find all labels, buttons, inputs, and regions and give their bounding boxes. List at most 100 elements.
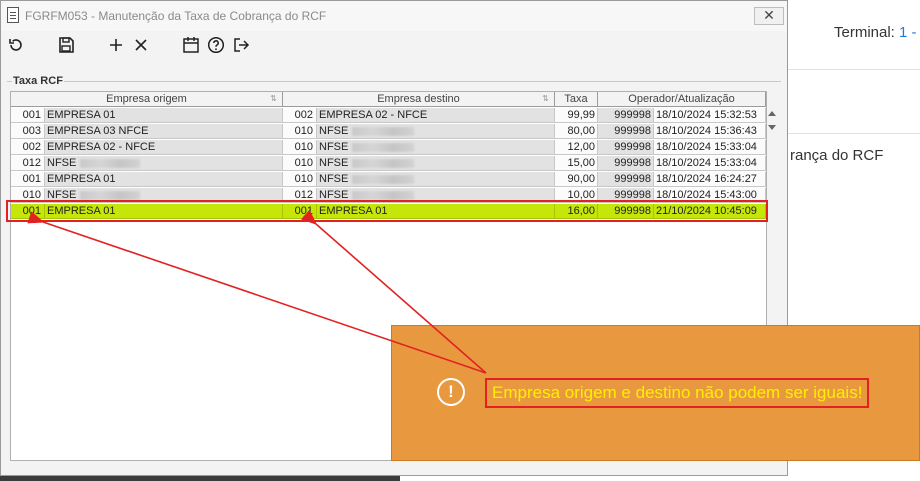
terminal-indicator: Terminal: 1 - <box>834 24 917 41</box>
column-header-taxa[interactable]: Taxa <box>555 92 598 107</box>
window-title: FGRFM053 - Manutenção da Taxa de Cobranç… <box>25 9 327 23</box>
cell-orig-name[interactable]: EMPRESA 03 NFCE <box>45 124 283 139</box>
cell-orig-name[interactable]: NFSE <box>45 156 283 171</box>
column-header-origem[interactable]: Empresa origem ⇅ <box>11 92 283 107</box>
scroll-up-icon[interactable] <box>768 111 776 116</box>
table-row[interactable]: 002 EMPRESA 02 - NFCE 010 NFSE 12,00 999998 18… <box>11 140 766 156</box>
calendar-button[interactable] <box>180 33 202 57</box>
group-divider <box>7 81 781 82</box>
calendar-icon <box>183 37 199 53</box>
cell-orig-code[interactable]: 002 <box>11 140 45 155</box>
cell-dest-name[interactable]: NFSE <box>317 156 555 171</box>
cell-data[interactable]: 18/10/2024 15:32:53 <box>654 108 766 123</box>
cell-text: NFSE <box>319 141 349 153</box>
cell-text: 001 <box>22 173 41 185</box>
redacted-text <box>352 174 415 184</box>
cell-taxa[interactable]: 99,99 <box>555 108 598 123</box>
cell-orig-code[interactable]: 001 <box>11 172 45 187</box>
cell-text: EMPRESA 01 <box>47 109 116 121</box>
cell-data[interactable]: 18/10/2024 15:36:43 <box>654 124 766 139</box>
cell-dest-code[interactable]: 010 <box>283 172 317 187</box>
redacted-text <box>352 158 415 168</box>
column-header-label: Operador/Atualização <box>628 93 735 105</box>
cell-text: 002 <box>294 109 313 121</box>
cell-operador[interactable]: 999998 <box>598 124 654 139</box>
cell-dest-name[interactable]: NFSE <box>317 172 555 187</box>
save-button[interactable] <box>55 33 77 57</box>
column-header-label: Taxa <box>564 93 588 105</box>
cell-dest-code[interactable]: 010 <box>283 156 317 171</box>
add-button[interactable] <box>105 33 127 57</box>
cell-operador[interactable]: 999998 <box>598 156 654 171</box>
cell-text: 999998 <box>614 141 651 153</box>
refresh-button[interactable] <box>5 33 27 57</box>
cell-orig-code[interactable]: 012 <box>11 156 45 171</box>
redacted-text <box>80 190 141 200</box>
cell-orig-code[interactable]: 003 <box>11 124 45 139</box>
cell-taxa[interactable]: 12,00 <box>555 140 598 155</box>
sort-icon[interactable]: ⇅ <box>267 92 280 105</box>
cell-text: 999998 <box>614 109 651 121</box>
cell-operador[interactable]: 999998 <box>598 140 654 155</box>
delete-button[interactable] <box>130 33 152 57</box>
redacted-text <box>352 142 415 152</box>
cell-taxa[interactable]: 15,00 <box>555 156 598 171</box>
add-icon <box>110 39 122 51</box>
divider <box>788 133 920 134</box>
toast-message: Empresa origem e destino não podem ser i… <box>485 378 870 408</box>
cell-dest-code[interactable]: 010 <box>283 140 317 155</box>
cell-orig-name[interactable]: EMPRESA 02 - NFCE <box>45 140 283 155</box>
cell-text: 010 <box>294 173 313 185</box>
cell-taxa[interactable]: 80,00 <box>555 124 598 139</box>
cell-dest-code[interactable]: 010 <box>283 124 317 139</box>
table-row[interactable]: 001 EMPRESA 01 010 NFSE 90,00 999998 18/10/202… <box>11 172 766 188</box>
cell-orig-code[interactable]: 001 <box>11 108 45 123</box>
title-bar[interactable]: FGRFM053 - Manutenção da Taxa de Cobranç… <box>1 1 787 31</box>
column-header-operador[interactable]: Operador/Atualização <box>598 92 766 107</box>
column-header-label: Empresa origem <box>106 93 187 105</box>
help-button[interactable] <box>205 33 227 57</box>
redacted-text <box>80 158 141 168</box>
cell-orig-name[interactable]: EMPRESA 01 <box>45 108 283 123</box>
save-icon <box>59 37 74 53</box>
cell-orig-name[interactable]: EMPRESA 01 <box>45 172 283 187</box>
cell-dest-code[interactable]: 002 <box>283 108 317 123</box>
cell-dest-name[interactable]: NFSE <box>317 140 555 155</box>
exit-button[interactable] <box>230 33 252 57</box>
cell-text: 18/10/2024 15:36:43 <box>656 125 757 137</box>
cell-data[interactable]: 18/10/2024 15:33:04 <box>654 140 766 155</box>
scroll-down-icon[interactable] <box>768 125 776 130</box>
delete-icon <box>135 39 147 51</box>
selected-row-highlight <box>6 200 768 222</box>
cell-data[interactable]: 18/10/2024 15:33:04 <box>654 156 766 171</box>
table-row[interactable]: 003 EMPRESA 03 NFCE 010 NFSE 80,00 999998 18/1… <box>11 124 766 140</box>
cell-data[interactable]: 18/10/2024 16:24:27 <box>654 172 766 187</box>
cell-text: 999998 <box>614 157 651 169</box>
warning-icon: ! <box>437 378 465 406</box>
group-label: Taxa RCF <box>12 75 64 87</box>
cell-text: 010 <box>294 157 313 169</box>
table-row[interactable]: 001 EMPRESA 01 002 EMPRESA 02 - NFCE 99,99 99… <box>11 108 766 124</box>
cell-text: 001 <box>22 109 41 121</box>
close-button[interactable]: ✕ <box>754 7 784 25</box>
cell-text: 80,00 <box>567 125 595 137</box>
cell-text: 18/10/2024 16:24:27 <box>656 173 757 185</box>
cell-text: 12,00 <box>567 141 595 153</box>
terminal-label: Terminal: <box>834 24 895 41</box>
cell-text: 012 <box>22 157 41 169</box>
cell-dest-name[interactable]: EMPRESA 02 - NFCE <box>317 108 555 123</box>
column-header-destino[interactable]: Empresa destino ⇅ <box>283 92 555 107</box>
terminal-value[interactable]: 1 - <box>899 24 917 41</box>
cell-operador[interactable]: 999998 <box>598 172 654 187</box>
cell-text: EMPRESA 02 - NFCE <box>47 141 156 153</box>
cell-taxa[interactable]: 90,00 <box>555 172 598 187</box>
cell-text: 003 <box>22 125 41 137</box>
cell-dest-name[interactable]: NFSE <box>317 124 555 139</box>
help-icon <box>207 36 225 54</box>
table-row[interactable]: 012 NFSE 010 NFSE 15,00 999998 18/10/2024 15:3… <box>11 156 766 172</box>
cell-text: 999998 <box>614 125 651 137</box>
cell-text: NFSE <box>319 173 349 185</box>
error-toast[interactable]: ! Empresa origem e destino não podem ser… <box>391 325 920 461</box>
sort-icon[interactable]: ⇅ <box>539 92 552 105</box>
cell-operador[interactable]: 999998 <box>598 108 654 123</box>
